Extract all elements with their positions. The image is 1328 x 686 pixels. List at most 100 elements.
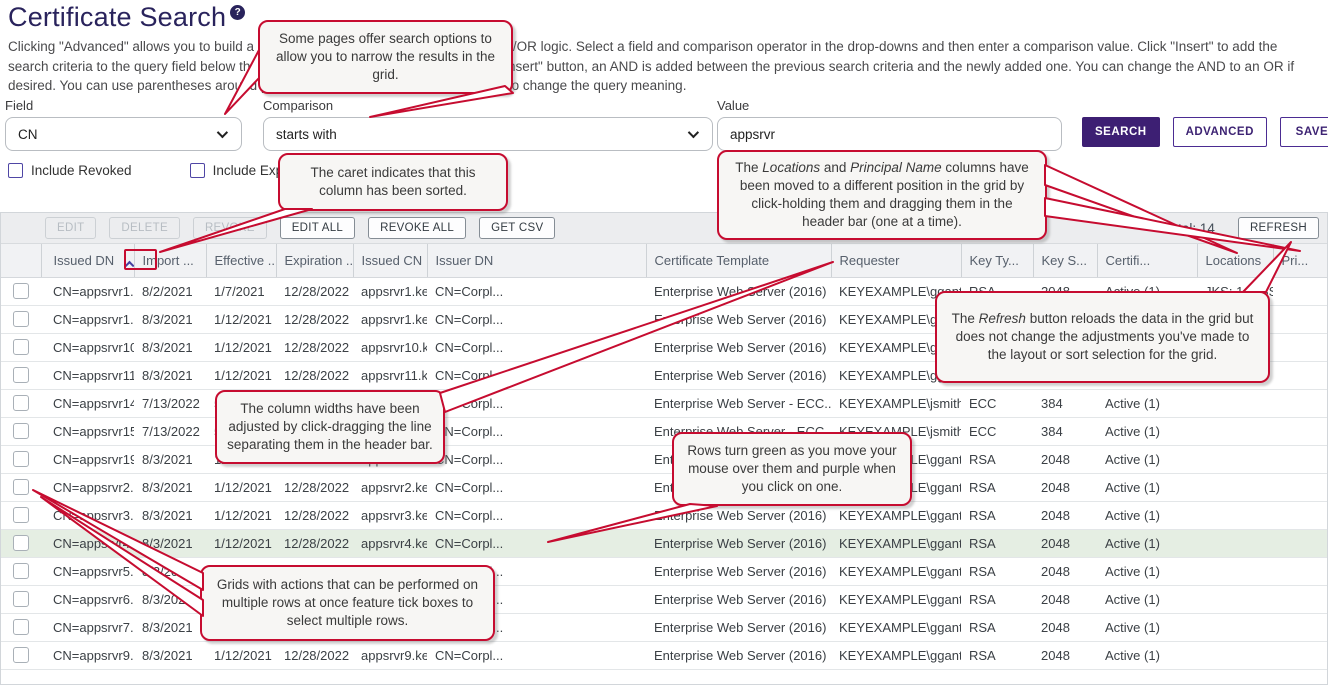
cell-issued-dn: CN=appsrvr10.key...: [41, 333, 134, 361]
row-checkbox[interactable]: [13, 423, 29, 439]
cell-import-date: 8/2/2021: [134, 277, 206, 305]
cell-issuer-dn: CN=Corpl...: [427, 529, 646, 557]
cell-requester: KEYEXAMPLE\ggant: [831, 529, 961, 557]
cell-effective-date: 1/12/2021: [206, 501, 276, 529]
include-expired-checkbox[interactable]: [190, 163, 205, 178]
column-header-principal[interactable]: Pri...: [1273, 244, 1327, 277]
cell-principal: [1273, 473, 1327, 501]
cell-issuer-dn: CN=Corpl...: [427, 641, 646, 669]
revoke-all-button[interactable]: REVOKE ALL: [368, 217, 466, 239]
row-checkbox[interactable]: [13, 563, 29, 579]
table-header-row: Issued DN Import ... Effective ... Expir…: [1, 244, 1327, 277]
column-header-locations[interactable]: Locations: [1197, 244, 1273, 277]
cell-certificate-template: Enterprise Web Server (2016): [646, 529, 831, 557]
table-row[interactable]: CN=appsrvr9.keye... 8/3/2021 1/12/2021 1…: [1, 641, 1327, 669]
column-header-import-date[interactable]: Import ...: [134, 244, 206, 277]
chevron-down-icon: [217, 127, 228, 138]
column-header-certificate-template[interactable]: Certificate Template: [646, 244, 831, 277]
cell-issuer-dn: CN=Corpl...: [427, 333, 646, 361]
table-row[interactable]: CN=appsrvr4.keye... 8/3/2021 1/12/2021 1…: [1, 529, 1327, 557]
row-checkbox[interactable]: [13, 479, 29, 495]
cell-principal: [1273, 641, 1327, 669]
cell-certificate-state: Active (1): [1097, 585, 1197, 613]
row-checkbox[interactable]: [13, 451, 29, 467]
column-header-effective-date[interactable]: Effective ...: [206, 244, 276, 277]
cell-import-date: 8/3/2021: [134, 445, 206, 473]
cell-principal: [1273, 417, 1327, 445]
column-header-certificate-state[interactable]: Certifi...: [1097, 244, 1197, 277]
row-checkbox[interactable]: [13, 507, 29, 523]
table-row[interactable]: CN=appsrvr2.keye... 8/3/2021 1/12/2021 1…: [1, 473, 1327, 501]
cell-issued-cn: appsrvr1.keye...: [353, 277, 427, 305]
cell-select: [1, 557, 41, 585]
sort-ascending-caret-icon: [125, 261, 134, 271]
table-row[interactable]: CN=appsrvr15.key... 7/13/2022 5/4/2022 5…: [1, 417, 1327, 445]
field-select[interactable]: CN: [5, 117, 242, 151]
row-checkbox[interactable]: [13, 647, 29, 663]
callout-tick-boxes: Grids with actions that can be performed…: [200, 565, 495, 641]
column-header-requester[interactable]: Requester: [831, 244, 961, 277]
cell-issuer-dn: CN=Corpl...: [427, 473, 646, 501]
value-input[interactable]: [717, 117, 1062, 151]
row-checkbox[interactable]: [13, 619, 29, 635]
cell-certificate-template: Enterprise Web Server - ECC...: [646, 389, 831, 417]
select-column-header: [1, 244, 41, 277]
column-header-issued-dn[interactable]: Issued DN: [41, 244, 134, 277]
row-checkbox[interactable]: [13, 339, 29, 355]
cell-issued-cn: appsrvr1.keye...: [353, 305, 427, 333]
cell-issued-dn: CN=appsrvr1.keyex...: [41, 305, 134, 333]
cell-issuer-dn: CN=Corpl...: [427, 417, 646, 445]
value-label: Value: [717, 98, 1062, 113]
table-row[interactable]: CN=appsrvr14.key... 7/13/2022 5/4/2022 5…: [1, 389, 1327, 417]
total-count: Total: 14: [1164, 221, 1215, 236]
cell-select: [1, 585, 41, 613]
callout-column-widths: The column widths have been adjusted by …: [215, 390, 445, 464]
row-checkbox[interactable]: [13, 591, 29, 607]
column-header-issued-cn[interactable]: Issued CN: [353, 244, 427, 277]
revoke-button[interactable]: REVOKE: [193, 217, 267, 239]
cell-requester: KEYEXAMPLE\ggant: [831, 557, 961, 585]
row-checkbox[interactable]: [13, 283, 29, 299]
refresh-button[interactable]: REFRESH: [1238, 217, 1319, 239]
cell-issued-dn: CN=appsrvr19.key...: [41, 445, 134, 473]
cell-issuer-dn: CN=Corpl...: [427, 445, 646, 473]
edit-all-button[interactable]: EDIT ALL: [280, 217, 355, 239]
help-icon[interactable]: ?: [230, 5, 245, 20]
cell-issuer-dn: CN=Corpl...: [427, 501, 646, 529]
include-revoked-checkbox[interactable]: [8, 163, 23, 178]
row-checkbox[interactable]: [13, 395, 29, 411]
cell-import-date: 7/13/2022: [134, 389, 206, 417]
callout-row-colors: Rows turn green as you move your mouse o…: [672, 432, 912, 506]
cell-key-type: RSA: [961, 557, 1033, 585]
cell-select: [1, 417, 41, 445]
cell-issued-dn: CN=appsrvr7.keye...: [41, 613, 134, 641]
advanced-button[interactable]: ADVANCED: [1173, 117, 1267, 147]
cell-effective-date: 1/7/2021: [206, 277, 276, 305]
table-row[interactable]: CN=appsrvr3.keye... 8/3/2021 1/12/2021 1…: [1, 501, 1327, 529]
delete-button[interactable]: DELETE: [109, 217, 180, 239]
cell-expiration-date: 12/28/2022: [276, 333, 353, 361]
column-header-key-type[interactable]: Key Ty...: [961, 244, 1033, 277]
cell-key-type: RSA: [961, 501, 1033, 529]
column-header-expiration-date[interactable]: Expiration ...: [276, 244, 353, 277]
cell-requester: KEYEXAMPLE\jsmith: [831, 389, 961, 417]
table-row[interactable]: CN=appsrvr19.key... 8/3/2021 12/28/2020 …: [1, 445, 1327, 473]
cell-import-date: 8/3/2021: [134, 501, 206, 529]
search-button[interactable]: SEARCH: [1082, 117, 1160, 147]
callout-search-options: Some pages offer search options to allow…: [258, 20, 513, 94]
get-csv-button[interactable]: GET CSV: [479, 217, 555, 239]
value-group: Value: [717, 98, 1062, 151]
row-checkbox[interactable]: [13, 311, 29, 327]
save-button[interactable]: SAVE: [1280, 117, 1328, 147]
page-description: Clicking "Advanced" allows you to build …: [8, 37, 1320, 96]
cell-certificate-state: Active (1): [1097, 613, 1197, 641]
column-header-issuer-dn[interactable]: Issuer DN: [427, 244, 646, 277]
row-checkbox[interactable]: [13, 367, 29, 383]
column-header-key-size[interactable]: Key S...: [1033, 244, 1097, 277]
cell-requester: KEYEXAMPLE\ggant: [831, 641, 961, 669]
comparison-select[interactable]: starts with: [263, 117, 713, 151]
row-checkbox[interactable]: [13, 535, 29, 551]
page-header: Certificate Search ?: [8, 2, 245, 33]
cell-select: [1, 305, 41, 333]
edit-button[interactable]: EDIT: [45, 217, 96, 239]
